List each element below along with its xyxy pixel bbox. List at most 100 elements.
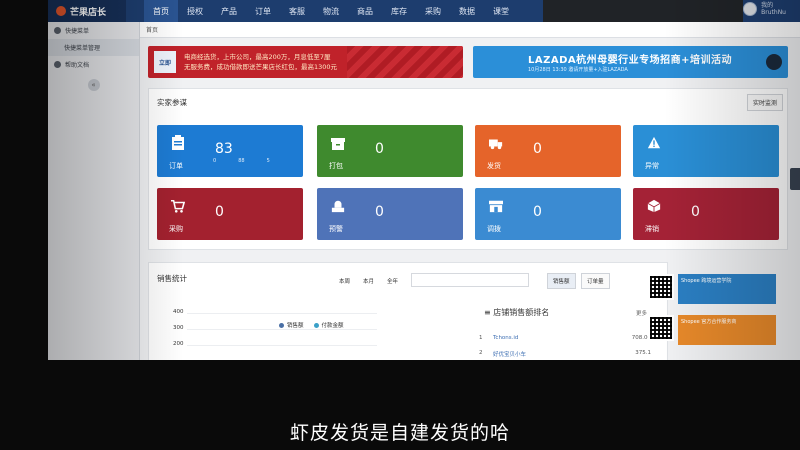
breadcrumb: 首页 <box>140 22 800 38</box>
promo-text: Shopee 跨境运营学院 <box>678 274 776 304</box>
legend-dot <box>313 323 319 328</box>
user-sub: BruthNu <box>761 9 786 16</box>
nav-item-home[interactable]: 首页 <box>144 0 178 22</box>
banner-subtitle: 10月28日 13:30 邀请开放量+入驻LAZADA <box>528 67 628 73</box>
nav-item-orders[interactable]: 订单 <box>246 0 280 22</box>
promo-text: Shopee 官方合作服务商 <box>678 315 776 345</box>
store-icon <box>489 200 503 213</box>
tile-value: 0 <box>691 204 700 220</box>
grid-line <box>187 329 377 330</box>
banner-line-2: 无服务费，成功借款即送芒果店长红包，最高1300元 <box>184 63 338 71</box>
side-service-button[interactable] <box>790 168 800 190</box>
nav-item-classroom[interactable]: 课堂 <box>484 0 518 22</box>
table-row[interactable]: 2 好优宝贝小车 375.1 <box>479 350 651 358</box>
promo-card[interactable]: Shopee 官方合作服务商 <box>648 315 776 345</box>
tile-value: 0 <box>533 204 542 220</box>
banner-decoration <box>347 46 463 78</box>
legend-item[interactable]: 销售额 <box>279 321 304 329</box>
nav-item-logistics[interactable]: 物流 <box>314 0 348 22</box>
panel-title: 实家参谋 <box>157 98 187 107</box>
tile-label: 发货 <box>487 162 501 170</box>
tile-value: 0 <box>375 204 384 220</box>
box-icon <box>331 138 345 150</box>
truck-icon <box>489 139 503 150</box>
tile-orders[interactable]: 83 0 88 5 订单 <box>157 125 303 177</box>
user-name: 我的 <box>761 2 774 9</box>
qr-code-icon <box>648 274 674 300</box>
sidebar-item-label: 帮助文档 <box>65 62 90 69</box>
tile-exceptions[interactable]: 异常 <box>633 125 779 177</box>
nav-item-goods[interactable]: 商品 <box>348 0 382 22</box>
tile-packing[interactable]: 0 打包 <box>317 125 463 177</box>
sales-statistics-panel: 销售统计 本周 本月 全年 销售额 订单量 400 300 200 销售额 付款… <box>148 262 668 360</box>
range-week[interactable]: 本周 <box>339 277 350 285</box>
nav-item-data[interactable]: 数据 <box>450 0 484 22</box>
cart-icon <box>171 199 185 213</box>
realtime-tab[interactable]: 实时监测 <box>746 94 783 111</box>
sidebar-item-shortcuts[interactable]: 快捷菜单 <box>48 22 139 39</box>
store-ranking-title: ≡ 店铺销售额排名 <box>484 308 550 317</box>
banner-title: LAZADA杭州母婴行业专场招商+培训活动 <box>528 55 733 66</box>
clipboard-icon <box>172 135 184 150</box>
chart-legend: 销售额 付款金额 <box>279 321 344 329</box>
nav-item-auth[interactable]: 授权 <box>178 0 212 22</box>
range-year[interactable]: 全年 <box>387 277 398 285</box>
y-tick: 400 <box>173 309 184 315</box>
warning-icon <box>647 136 661 149</box>
tile-slow-moving[interactable]: 0 滞销 <box>633 188 779 240</box>
legend-label: 销售额 <box>287 323 304 329</box>
table-row[interactable]: 1 Tchons.id 708.00 <box>479 335 651 341</box>
nav-item-inventory[interactable]: 库存 <box>382 0 416 22</box>
tile-label: 订单 <box>169 162 183 170</box>
range-month[interactable]: 本月 <box>363 277 374 285</box>
banner-text: 电商经选货，上市公司，最高200万，月息低至7厘 无服务费，成功借款即送芒果店长… <box>184 52 337 72</box>
tile-label: 采购 <box>169 225 183 233</box>
banner-line-1: 电商经选货，上市公司，最高200万，月息低至7厘 <box>184 53 331 61</box>
monitor-screen: 芒果店长 首页 授权 产品 订单 客服 物流 商品 库存 采购 数据 课堂 我的… <box>48 0 800 360</box>
nav-item-products[interactable]: 产品 <box>212 0 246 22</box>
grid-line <box>187 313 377 314</box>
avatar <box>743 2 758 16</box>
legend-item[interactable]: 付款金额 <box>313 321 344 329</box>
nav-item-purchase[interactable]: 采购 <box>416 0 450 22</box>
rank-number: 1 <box>479 335 483 341</box>
app-logo[interactable]: 芒果店长 <box>48 0 126 22</box>
promo-card[interactable]: Shopee 跨境运营学院 <box>648 274 776 304</box>
rank-more-link[interactable]: 更多 <box>636 309 647 317</box>
date-range-input[interactable] <box>411 273 529 287</box>
logo-icon <box>56 6 66 16</box>
store-name: 好优宝贝小车 <box>493 352 527 358</box>
sales-amount-button[interactable]: 销售额 <box>547 273 576 289</box>
tile-sub-value: 5 <box>266 158 270 164</box>
collapse-sidebar-button[interactable]: « <box>87 79 100 91</box>
minus-circle-icon <box>54 27 61 34</box>
user-menu[interactable]: 我的 BruthNu <box>743 2 786 16</box>
legend-dot <box>279 323 284 328</box>
tile-shipping[interactable]: 0 发货 <box>475 125 621 177</box>
sidebar-item-label: 快捷菜单 <box>65 28 90 35</box>
tile-transfer[interactable]: 0 调拨 <box>475 188 621 240</box>
tile-label: 调拨 <box>487 225 501 233</box>
loan-ad-banner[interactable]: 立即 电商经选货，上市公司，最高200万，月息低至7厘 无服务费，成功借款即送芒… <box>148 46 463 78</box>
y-tick: 300 <box>173 325 184 331</box>
sidebar-item-help[interactable]: 帮助文档 <box>48 56 139 73</box>
sidebar: 快捷菜单 快捷菜单管理 帮助文档 « <box>48 22 140 360</box>
tile-sub-values: 0 88 5 <box>213 158 270 164</box>
tile-purchasing[interactable]: 0 采购 <box>157 188 303 240</box>
order-count-button[interactable]: 订单量 <box>581 273 610 289</box>
nav-item-service[interactable]: 客服 <box>280 0 314 22</box>
store-value: 375.1 <box>635 350 651 356</box>
tile-sub-value: 0 <box>213 158 217 164</box>
tile-value: 0 <box>215 204 224 220</box>
sidebar-item-shortcut-manage[interactable]: 快捷菜单管理 <box>48 39 139 56</box>
sales-title: 销售统计 <box>157 274 187 283</box>
tile-value: 83 <box>215 141 233 157</box>
tile-label: 滞销 <box>645 225 659 233</box>
tile-sub-value: 88 <box>238 158 245 164</box>
breadcrumb-home[interactable]: 首页 <box>146 25 158 34</box>
qr-code-icon <box>648 315 674 341</box>
main-nav: 首页 授权 产品 订单 客服 物流 商品 库存 采购 数据 课堂 <box>144 0 518 22</box>
tile-alerts[interactable]: 0 预警 <box>317 188 463 240</box>
sidebar-item-label: 快捷菜单管理 <box>64 45 101 52</box>
lazada-ad-banner[interactable]: LAZADA杭州母婴行业专场招商+培训活动 10月28日 13:30 邀请开放量… <box>473 46 788 78</box>
